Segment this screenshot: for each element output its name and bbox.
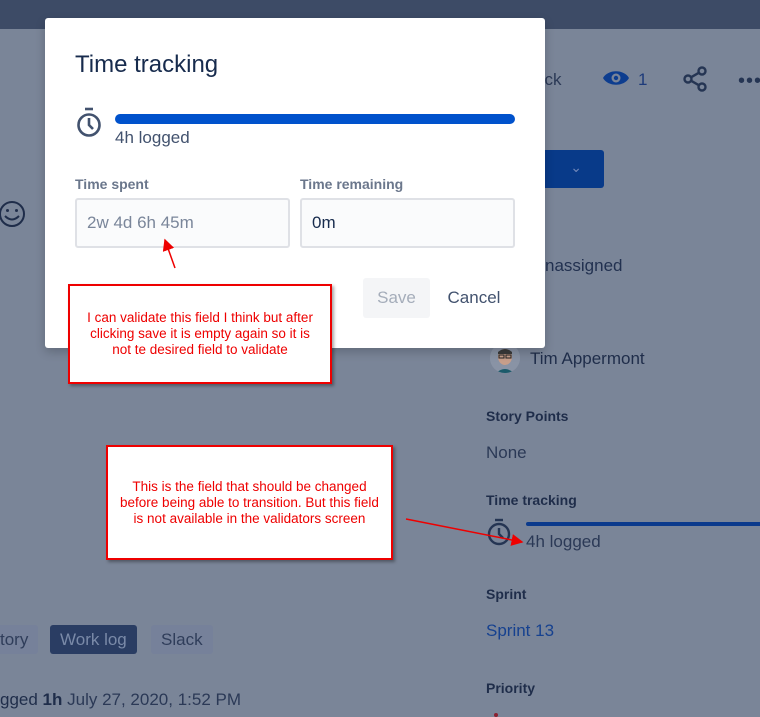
worklog-amount: 1h — [42, 690, 63, 709]
time-spent-label: Time spent — [75, 176, 149, 192]
sprint-label: Sprint — [486, 586, 527, 602]
time-remaining-label: Time remaining — [300, 176, 404, 192]
annotation-text: This is the field that should be changed… — [120, 478, 379, 526]
save-button[interactable]: Save — [363, 278, 430, 318]
story-points-label: Story Points — [486, 408, 569, 424]
logged-text: 4h logged — [115, 128, 190, 147]
logged-progress-bar — [115, 114, 515, 124]
annotation-text: I can validate this field I think but af… — [87, 310, 313, 357]
stopwatch-icon — [487, 518, 511, 546]
time-spent-input[interactable] — [75, 198, 290, 248]
priority-icon[interactable] — [494, 713, 498, 717]
more-icon[interactable]: ••• — [738, 70, 760, 93]
tab-history[interactable]: tory — [0, 625, 39, 654]
time-tracking-value[interactable]: 4h logged — [526, 532, 601, 552]
time-tracking-label: Time tracking — [486, 492, 577, 508]
story-points-value[interactable]: None — [486, 443, 527, 463]
cancel-button[interactable]: Cancel — [437, 278, 511, 318]
stopwatch-icon — [77, 107, 101, 137]
annotation-callout: I can validate this field I think but af… — [68, 284, 332, 384]
time-remaining-input[interactable] — [300, 198, 515, 248]
emoji-icon[interactable] — [0, 198, 28, 230]
dialog-title: Time tracking — [75, 51, 219, 78]
worklog-prefix: gged — [0, 690, 43, 709]
tab-slack[interactable]: Slack — [151, 625, 213, 654]
worklog-entry: gged 1h July 27, 2020, 1:52 PM — [0, 690, 241, 710]
worklog-date: July 27, 2020, 1:52 PM — [62, 690, 241, 709]
chevron-down-icon: ⌄ — [570, 159, 582, 175]
tab-work-log[interactable]: Work log — [50, 625, 137, 654]
time-tracking-progress-bar[interactable] — [526, 522, 760, 526]
eye-icon[interactable] — [602, 68, 630, 88]
priority-label: Priority — [486, 680, 536, 696]
assignee-value[interactable]: nassigned — [545, 256, 623, 276]
watchers-count[interactable]: 1 — [638, 70, 647, 90]
annotation-callout: This is the field that should be changed… — [106, 445, 393, 560]
reporter-name[interactable]: Tim Appermont — [530, 349, 645, 369]
share-icon[interactable] — [682, 66, 708, 92]
sprint-link[interactable]: Sprint 13 — [486, 621, 554, 641]
